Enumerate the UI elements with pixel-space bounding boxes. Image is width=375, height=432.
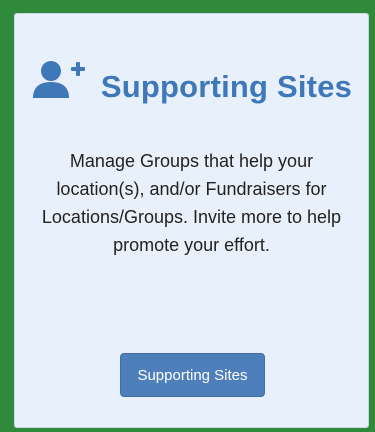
card-header: Supporting Sites	[15, 61, 368, 105]
supporting-sites-card: Supporting Sites Manage Groups that help…	[14, 13, 369, 428]
add-user-icon	[32, 61, 85, 98]
green-frame: Supporting Sites Manage Groups that help…	[0, 0, 375, 432]
card-title: Supporting Sites	[100, 69, 353, 104]
supporting-sites-button[interactable]: Supporting Sites	[120, 353, 265, 397]
card-description: Manage Groups that help your location(s)…	[41, 151, 342, 255]
